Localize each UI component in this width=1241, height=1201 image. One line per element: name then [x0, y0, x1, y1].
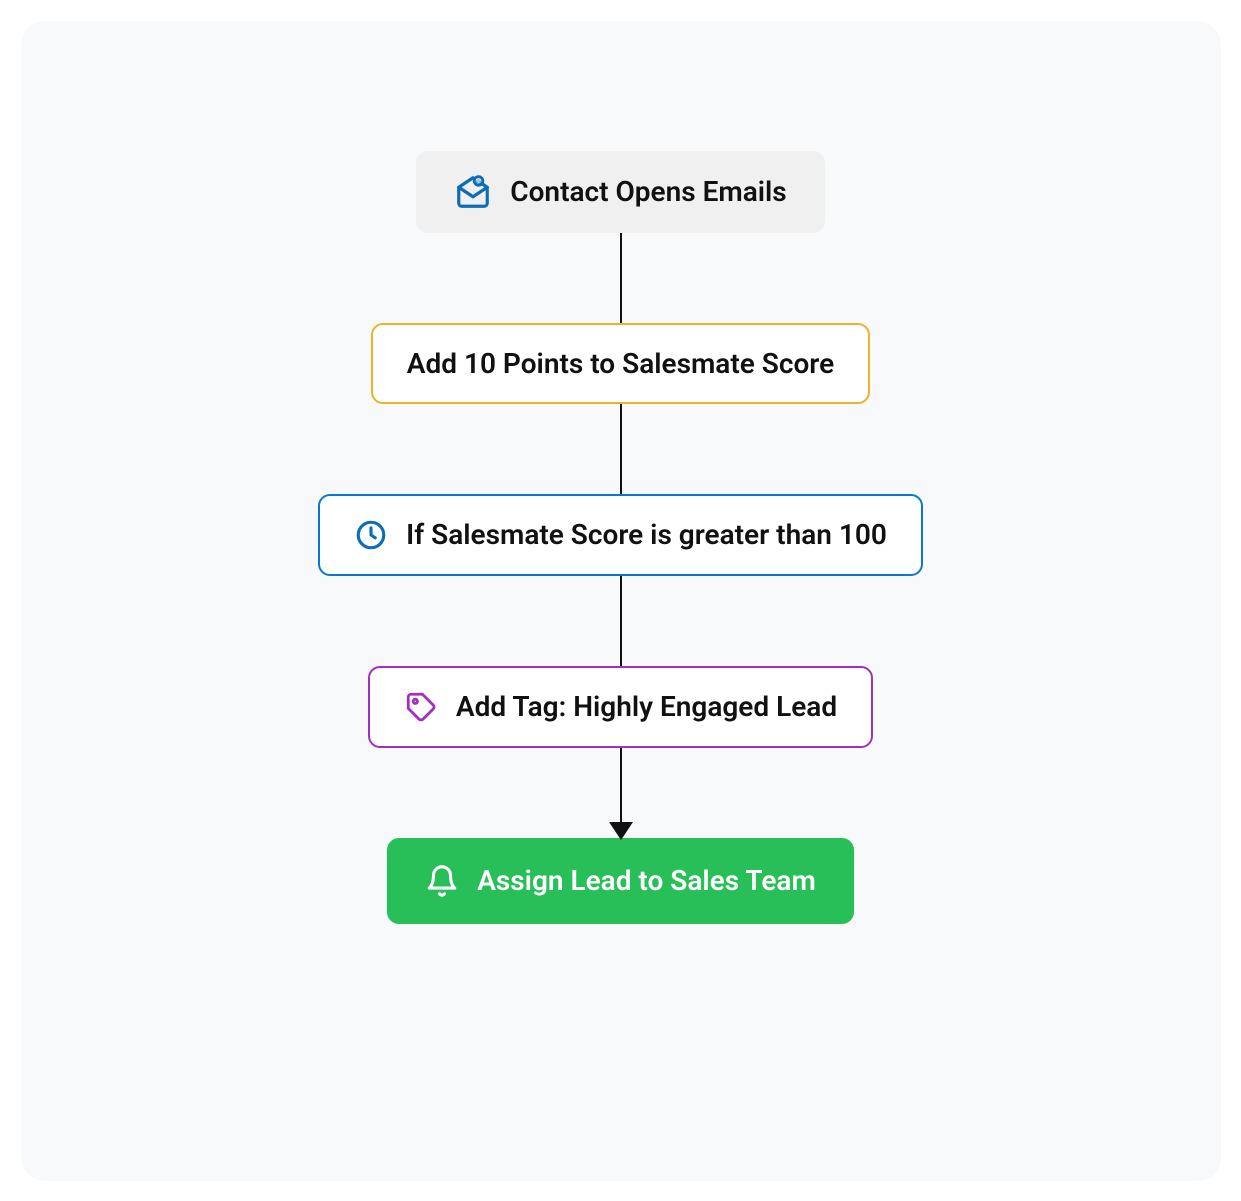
condition-label: If Salesmate Score is greater than 100 [406, 518, 887, 551]
connector-line [620, 576, 622, 666]
action-label: Add 10 Points to Salesmate Score [407, 347, 834, 380]
tag-label: Add Tag: Highly Engaged Lead [456, 690, 837, 723]
svg-text:@: @ [476, 179, 481, 185]
workflow-action-add-tag[interactable]: Add Tag: Highly Engaged Lead [368, 666, 873, 748]
workflow-action-add-points[interactable]: Add 10 Points to Salesmate Score [371, 323, 870, 404]
tag-icon [404, 690, 438, 724]
connector-line [620, 233, 622, 323]
clock-icon [354, 518, 388, 552]
connector-arrow [620, 748, 622, 838]
trigger-label: Contact Opens Emails [510, 175, 786, 208]
bell-icon [425, 864, 459, 898]
email-open-icon: @ [454, 173, 492, 211]
connector-line [620, 404, 622, 494]
assign-label: Assign Lead to Sales Team [477, 864, 816, 897]
workflow-canvas: @ Contact Opens Emails Add 10 Points to … [21, 21, 1221, 1181]
workflow-action-assign[interactable]: Assign Lead to Sales Team [387, 838, 854, 924]
workflow-trigger-node[interactable]: @ Contact Opens Emails [416, 151, 824, 233]
workflow-condition-node[interactable]: If Salesmate Score is greater than 100 [318, 494, 923, 576]
